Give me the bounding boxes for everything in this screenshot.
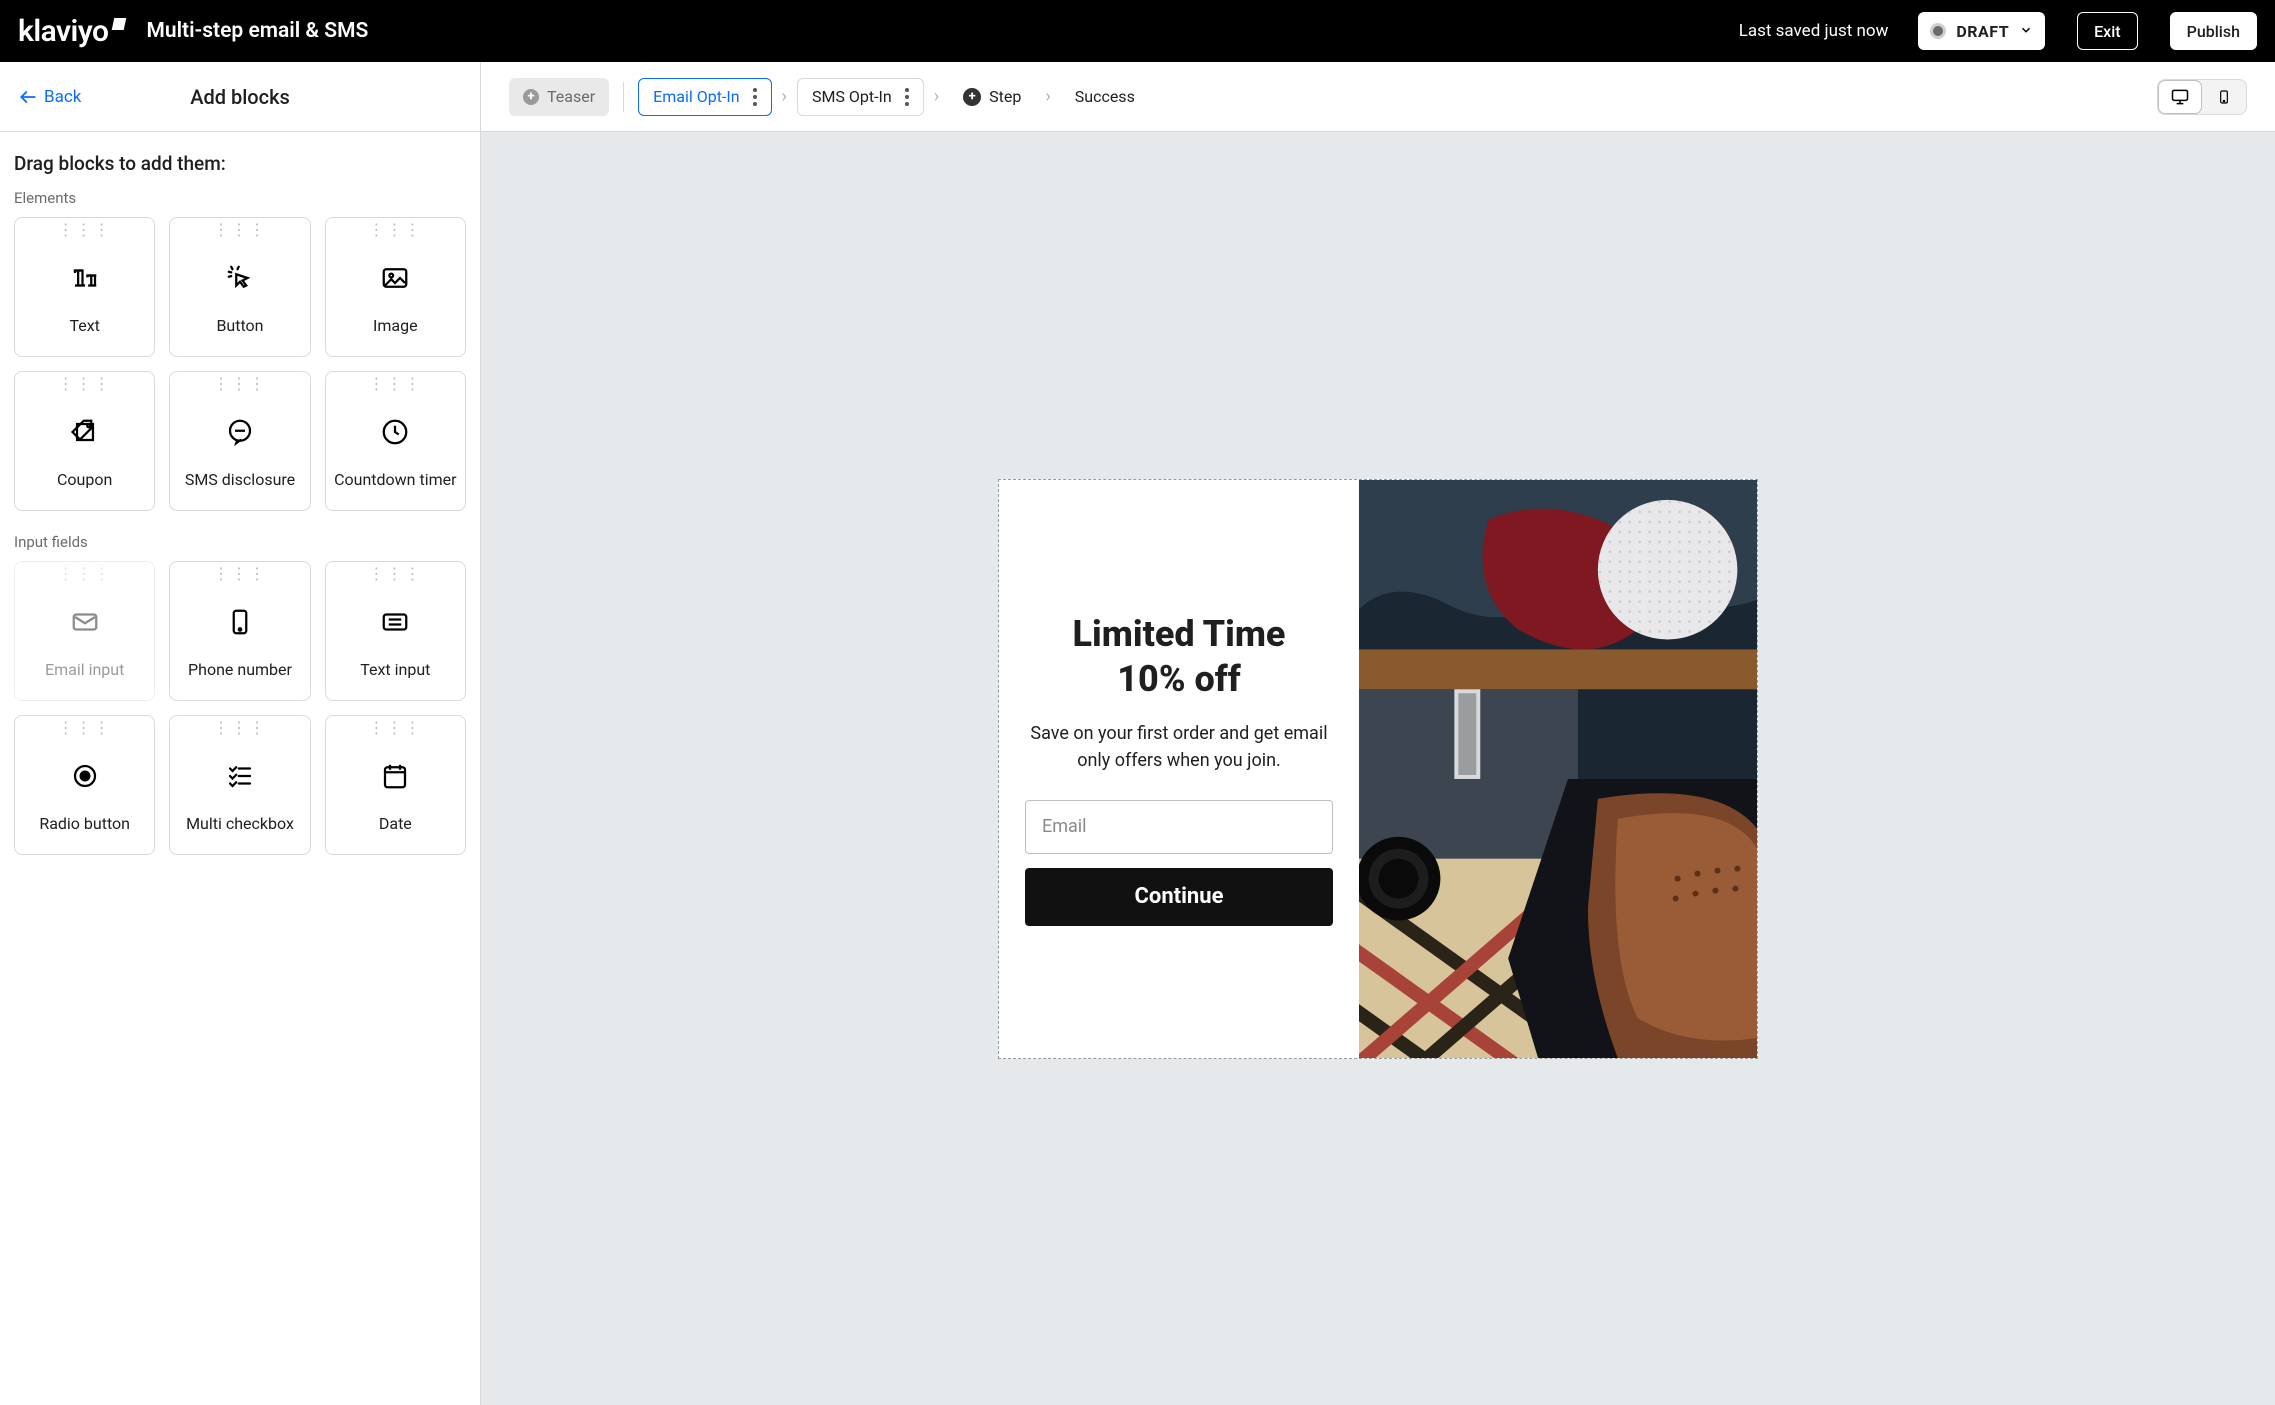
step-label: Step (989, 87, 1021, 106)
drag-heading: Drag blocks to add them: (14, 152, 466, 175)
sidebar-body: Drag blocks to add them: Elements ⋮⋮⋮ Te… (0, 132, 480, 1405)
step-teaser[interactable]: + Teaser (509, 78, 609, 116)
step-success[interactable]: Success (1061, 78, 1149, 116)
step-sms-opt-in[interactable]: SMS Opt-In (797, 78, 924, 116)
block-phone-number[interactable]: ⋮⋮⋮ Phone number (169, 561, 310, 701)
chevron-down-icon (2019, 22, 2033, 41)
image-icon (380, 250, 410, 306)
status-label: DRAFT (1956, 22, 2009, 41)
inputs-grid: ⋮⋮⋮ Email input ⋮⋮⋮ Phone number ⋮⋮⋮ Tex… (14, 561, 466, 855)
block-radio-button[interactable]: ⋮⋮⋮ Radio button (14, 715, 155, 855)
sidebar-panel: Back Add blocks Drag blocks to add them:… (0, 62, 481, 1405)
block-label: Countdown timer (334, 470, 456, 489)
divider (623, 82, 624, 112)
step-menu-icon[interactable] (753, 88, 757, 106)
envelope-icon (70, 594, 100, 650)
chat-minus-icon (225, 404, 255, 460)
last-saved-label: Last saved just now (1739, 21, 1889, 41)
block-label: Date (379, 814, 412, 833)
publish-button[interactable]: Publish (2170, 12, 2257, 50)
step-email-opt-in[interactable]: Email Opt-In (638, 78, 771, 116)
form-subtext[interactable]: Save on your first order and get email o… (1025, 720, 1333, 774)
step-menu-icon[interactable] (905, 88, 909, 106)
status-dropdown[interactable]: DRAFT (1918, 12, 2045, 50)
clothing-image (1359, 480, 1757, 1058)
chevron-right-icon: › (782, 86, 787, 107)
form-content-panel: Limited Time10% off Save on your first o… (999, 480, 1359, 1058)
step-label: Email Opt-In (653, 87, 739, 106)
block-coupon[interactable]: ⋮⋮⋮ Coupon (14, 371, 155, 511)
block-text-input[interactable]: ⋮⋮⋮ Text input (325, 561, 466, 701)
step-label: Success (1075, 87, 1135, 106)
step-label: SMS Opt-In (812, 87, 892, 106)
step-label: Teaser (547, 87, 595, 106)
exit-button[interactable]: Exit (2077, 12, 2138, 50)
form-preview[interactable]: Limited Time10% off Save on your first o… (998, 479, 1758, 1059)
textbox-icon (380, 594, 410, 650)
add-step-button[interactable]: + Step (949, 78, 1035, 116)
back-button[interactable]: Back (18, 87, 81, 107)
block-label: Radio button (39, 814, 130, 833)
block-label: Coupon (57, 470, 112, 489)
block-label: Phone number (188, 660, 292, 679)
block-label: Button (216, 316, 263, 335)
email-field[interactable]: Email (1025, 800, 1333, 854)
checklist-icon (225, 748, 255, 804)
step-nav: + Teaser Email Opt-In › SMS Opt-In › + S… (481, 62, 2275, 132)
category-inputs-label: Input fields (14, 533, 466, 551)
block-date[interactable]: ⋮⋮⋮ Date (325, 715, 466, 855)
block-label: Text (69, 316, 99, 335)
text-icon (70, 250, 100, 306)
form-heading[interactable]: Limited Time10% off (1073, 612, 1286, 702)
device-toggle (2157, 79, 2247, 115)
cursor-click-icon (225, 250, 255, 306)
block-email-input: ⋮⋮⋮ Email input (14, 561, 155, 701)
klaviyo-logo: klaviyo (18, 14, 125, 49)
block-label: Text input (360, 660, 430, 679)
chevron-right-icon: › (934, 86, 939, 107)
continue-button[interactable]: Continue (1025, 868, 1333, 926)
radio-icon (70, 748, 100, 804)
calendar-icon (380, 748, 410, 804)
plus-circle-icon: + (963, 88, 981, 106)
category-elements-label: Elements (14, 189, 466, 207)
email-placeholder: Email (1042, 816, 1087, 837)
elements-grid: ⋮⋮⋮ Text ⋮⋮⋮ Button ⋮⋮⋮ Image ⋮⋮⋮ (14, 217, 466, 511)
block-sms-disclosure[interactable]: ⋮⋮⋮ SMS disclosure (169, 371, 310, 511)
app-header: klaviyo Multi-step email & SMS Last save… (0, 0, 2275, 62)
chevron-right-icon: › (1045, 86, 1050, 107)
clock-icon (380, 404, 410, 460)
form-image-panel[interactable] (1359, 480, 1757, 1058)
monitor-icon (2170, 87, 2190, 107)
block-button[interactable]: ⋮⋮⋮ Button (169, 217, 310, 357)
block-label: Multi checkbox (186, 814, 294, 833)
block-label: Image (373, 316, 418, 335)
plus-circle-icon: + (523, 89, 539, 105)
sidebar-header: Back Add blocks (0, 62, 480, 132)
form-title: Multi-step email & SMS (147, 19, 369, 43)
block-countdown-timer[interactable]: ⋮⋮⋮ Countdown timer (325, 371, 466, 511)
block-label: SMS disclosure (185, 470, 295, 489)
tag-icon (70, 404, 100, 460)
smartphone-icon (225, 594, 255, 650)
block-label: Email input (45, 660, 124, 679)
device-desktop-button[interactable] (2158, 80, 2202, 114)
canvas-area: + Teaser Email Opt-In › SMS Opt-In › + S… (481, 62, 2275, 1405)
device-mobile-button[interactable] (2202, 80, 2246, 114)
workspace: Back Add blocks Drag blocks to add them:… (0, 62, 2275, 1405)
block-text[interactable]: ⋮⋮⋮ Text (14, 217, 155, 357)
preview-stage: Limited Time10% off Save on your first o… (481, 132, 2275, 1405)
sidebar-title: Add blocks (190, 85, 290, 109)
draft-status-icon (1930, 23, 1946, 39)
back-label: Back (44, 87, 81, 107)
smartphone-icon (2216, 87, 2232, 107)
block-image[interactable]: ⋮⋮⋮ Image (325, 217, 466, 357)
block-multi-checkbox[interactable]: ⋮⋮⋮ Multi checkbox (169, 715, 310, 855)
